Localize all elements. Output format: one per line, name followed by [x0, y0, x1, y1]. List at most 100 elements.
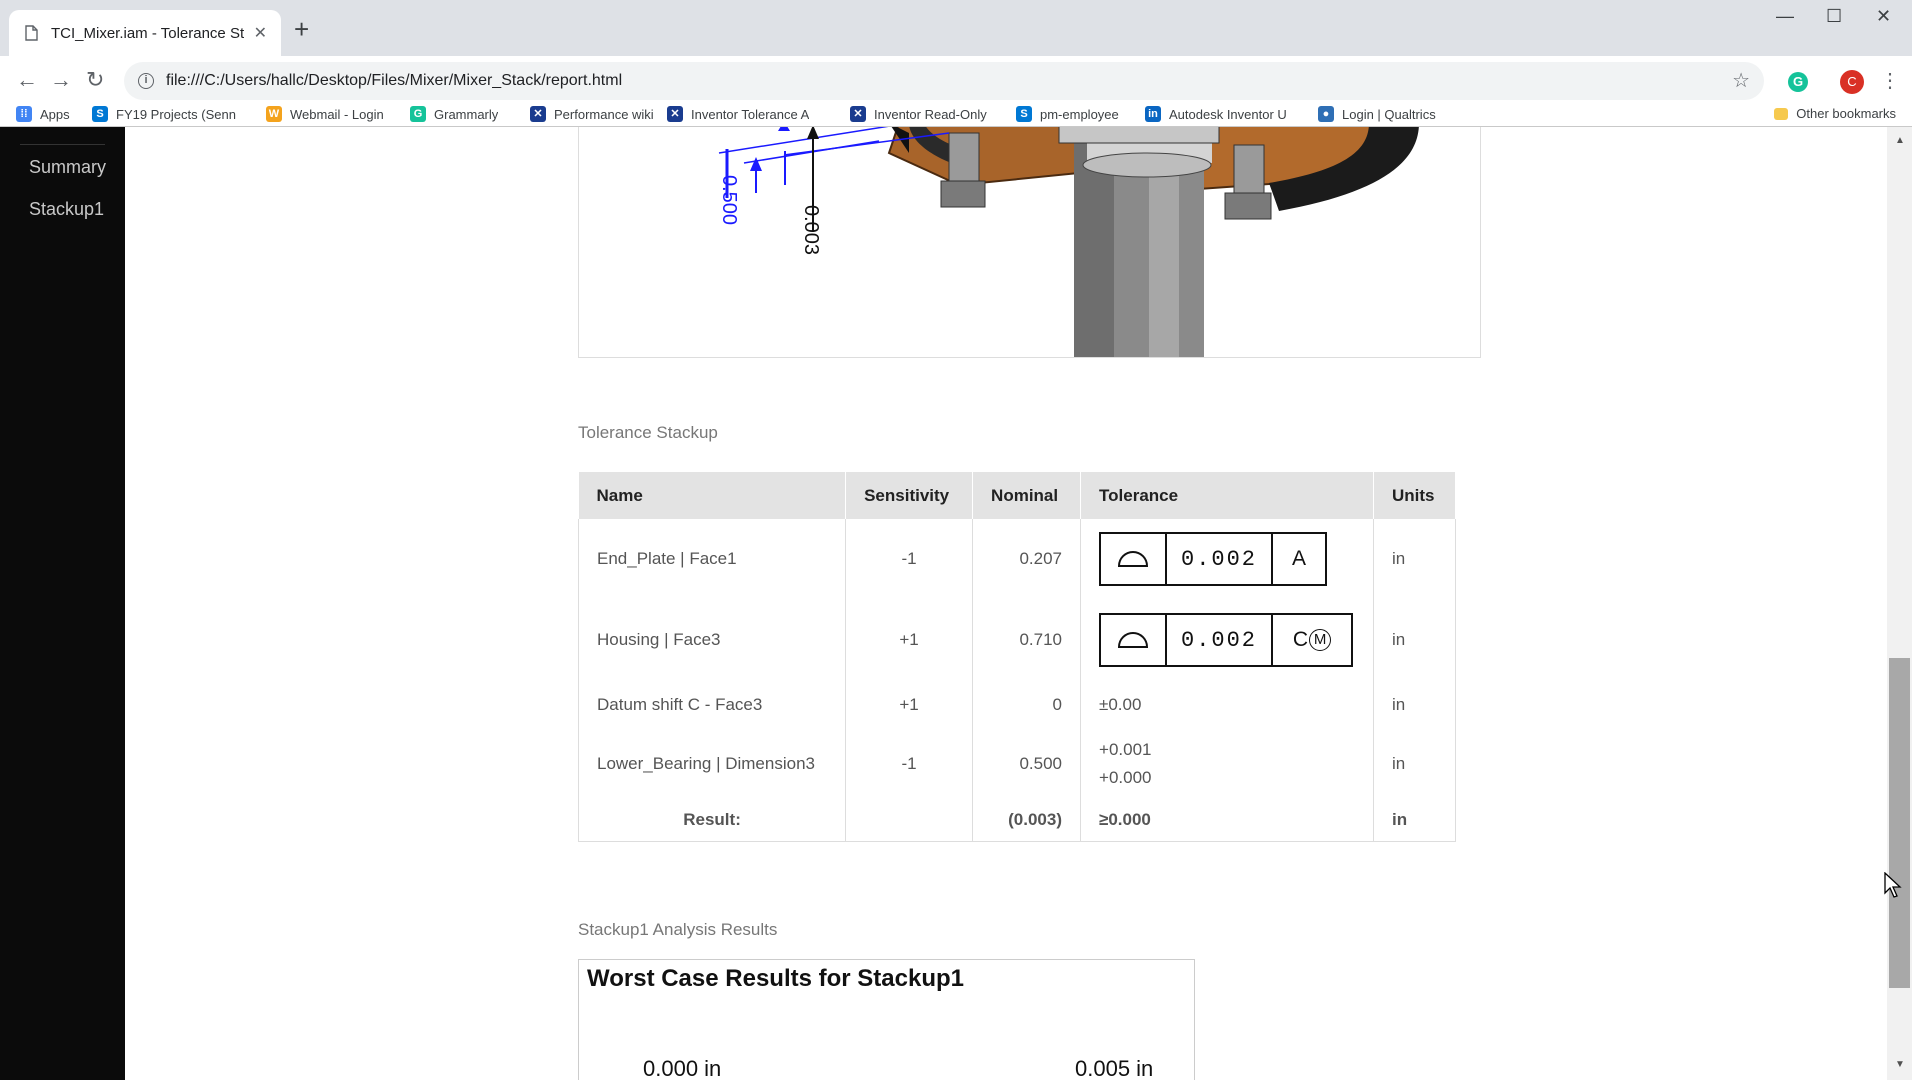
- tab-strip: TCI_Mixer.iam - Tolerance Stackup ✕ + — …: [0, 0, 1912, 56]
- row-nominal: 0: [972, 681, 1082, 729]
- new-tab-button[interactable]: +: [294, 16, 309, 42]
- mmc-modifier-icon: M: [1309, 629, 1332, 651]
- fcf-datum: CM: [1273, 615, 1351, 665]
- webmail-icon: W: [266, 106, 282, 122]
- sidebar-item-summary[interactable]: Summary: [29, 157, 106, 178]
- row-sensitivity: -1: [845, 729, 974, 799]
- maximize-button[interactable]: ☐: [1826, 6, 1842, 27]
- back-button[interactable]: ←: [16, 67, 38, 93]
- bookmark-item[interactable]: S FY19 Projects (Senna: [92, 106, 236, 122]
- table-row: End_Plate | Face1 -1 0.207 0.002 A in: [577, 519, 1456, 599]
- info-icon[interactable]: i: [138, 73, 154, 89]
- feature-control-frame: 0.002 A: [1099, 532, 1328, 586]
- fcf-tolerance-value: 0.002: [1167, 534, 1274, 584]
- file-icon: [23, 25, 39, 41]
- minimize-button[interactable]: —: [1776, 6, 1794, 27]
- row-units: in: [1373, 729, 1456, 799]
- grammarly-icon: G: [410, 106, 426, 122]
- row-tolerance: +0.001 +0.000: [1080, 729, 1374, 799]
- col-header-name: Name: [578, 472, 847, 519]
- qualtrics-icon: ●: [1318, 106, 1334, 122]
- result-row: Result: (0.003) ≥0.000 in: [577, 799, 1456, 842]
- vertical-scrollbar[interactable]: ▲ ▼: [1887, 127, 1912, 1080]
- profile-avatar[interactable]: C: [1840, 70, 1864, 94]
- row-sensitivity: +1: [845, 681, 974, 729]
- bookmark-label: Inventor Read-Only: [874, 106, 987, 122]
- table-row: Datum shift C - Face3 +1 0 ±0.00 in: [577, 681, 1456, 729]
- bookmark-item[interactable]: in Autodesk Inventor U: [1145, 106, 1287, 122]
- bookmark-item[interactable]: ● Login | Qualtrics: [1318, 106, 1436, 122]
- address-bar[interactable]: i file:///C:/Users/hallc/Desktop/Files/M…: [124, 62, 1764, 100]
- col-header-units: Units: [1373, 472, 1456, 519]
- bookmark-item[interactable]: Spm-employee: [1016, 106, 1119, 122]
- bookmark-label: FY19 Projects (Senna: [116, 106, 236, 122]
- folder-icon: [1774, 107, 1789, 120]
- tab-close-icon[interactable]: ✕: [254, 23, 267, 43]
- report-content: 0.500 0.003 Tolerance Stackup Name Sensi…: [125, 127, 1887, 1080]
- profile-of-surface-icon: [1101, 615, 1168, 665]
- tab-title: TCI_Mixer.iam - Tolerance Stackup: [51, 24, 244, 42]
- table-row: Housing | Face3 +1 0.710 0.002 CM in: [577, 599, 1456, 681]
- row-name: Datum shift C - Face3: [577, 681, 847, 729]
- bookmark-star-icon[interactable]: ☆: [1732, 68, 1750, 93]
- bookmark-item[interactable]: ✕ Inventor Read-Only: [850, 106, 987, 122]
- row-nominal: 0.710: [972, 599, 1082, 681]
- bookmark-label: Webmail - Login: [290, 106, 384, 122]
- bookmark-item[interactable]: G Grammarly: [410, 106, 498, 122]
- worst-case-min: 0.000 in: [643, 1056, 722, 1080]
- linkedin-icon: in: [1145, 106, 1161, 122]
- col-header-nominal: Nominal: [972, 472, 1082, 519]
- browser-tab[interactable]: TCI_Mixer.iam - Tolerance Stackup ✕: [9, 10, 281, 56]
- row-units: in: [1373, 519, 1456, 599]
- url-text[interactable]: file:///C:/Users/hallc/Desktop/Files/Mix…: [166, 72, 622, 90]
- apps-grid-icon: ⁞⁞: [16, 106, 32, 122]
- table-row: Lower_Bearing | Dimension3 -1 0.500 +0.0…: [577, 729, 1456, 799]
- profile-of-surface-icon: [1101, 534, 1168, 584]
- sidebar-divider: [20, 144, 105, 145]
- dim-0003-label: 0.003: [800, 205, 822, 255]
- bookmark-item[interactable]: ✕ Inventor Tolerance A: [667, 106, 809, 122]
- result-nominal: (0.003): [972, 799, 1082, 842]
- analysis-results-heading: Stackup1 Analysis Results: [578, 920, 778, 939]
- mouse-cursor-icon: [1884, 871, 1902, 903]
- inventor-x-icon: ✕: [667, 106, 683, 122]
- col-header-sensitivity: Sensitivity: [845, 472, 974, 519]
- result-tolerance: ≥0.000: [1080, 799, 1374, 842]
- bookmark-label: Autodesk Inventor U: [1169, 106, 1287, 122]
- browser-toolbar: ← → ↻ i file:///C:/Users/hallc/Desktop/F…: [0, 56, 1912, 106]
- bookmark-item[interactable]: ✕ Performance wiki: [530, 106, 654, 122]
- bookmark-item[interactable]: ⁞⁞ Apps: [16, 106, 70, 122]
- inventor-x-icon: ✕: [850, 106, 866, 122]
- scroll-down-icon[interactable]: ▼: [1895, 1059, 1905, 1070]
- feature-control-frame: 0.002 CM: [1099, 613, 1354, 667]
- browser-menu-icon[interactable]: ⋮: [1880, 68, 1900, 93]
- row-tolerance: 0.002 CM: [1080, 599, 1374, 681]
- tolerance-lower: +0.000: [1099, 768, 1152, 787]
- reload-button[interactable]: ↻: [86, 67, 104, 93]
- row-tolerance: ±0.00: [1080, 681, 1374, 729]
- scrollbar-thumb[interactable]: [1889, 658, 1910, 988]
- worst-case-results-panel: Worst Case Results for Stackup1 0.000 in…: [578, 959, 1195, 1080]
- row-nominal: 0.207: [972, 519, 1082, 599]
- col-header-tolerance: Tolerance: [1080, 472, 1374, 519]
- grammarly-extension-icon[interactable]: G: [1788, 72, 1808, 92]
- inventor-x-icon: ✕: [530, 106, 546, 122]
- row-name: End_Plate | Face1: [577, 519, 847, 599]
- bookmark-label: pm-employee: [1040, 106, 1119, 122]
- other-bookmarks[interactable]: Other bookmarks: [1774, 106, 1896, 121]
- result-sensitivity: [845, 799, 974, 842]
- row-name: Lower_Bearing | Dimension3: [577, 729, 847, 799]
- close-window-button[interactable]: ✕: [1876, 6, 1891, 27]
- scroll-up-icon[interactable]: ▲: [1895, 135, 1905, 146]
- table-header-row: Name Sensitivity Nominal Tolerance Units: [578, 472, 1456, 519]
- bookmark-label: Inventor Tolerance A: [691, 106, 810, 122]
- sharepoint-icon: S: [92, 106, 108, 122]
- row-sensitivity: -1: [845, 519, 974, 599]
- bookmarks-bar: Other bookmarks ⁞⁞ Apps S FY19 Projects (Se…: [0, 106, 1912, 126]
- sidebar-item-stackup1[interactable]: Stackup1: [29, 199, 104, 220]
- report-sidebar: Summary Stackup1: [0, 127, 125, 1080]
- forward-button[interactable]: →: [50, 67, 72, 93]
- bookmark-label: Login | Qualtrics: [1342, 106, 1436, 122]
- bookmark-item[interactable]: W Webmail - Login: [266, 106, 384, 122]
- row-name: Housing | Face3: [577, 599, 847, 681]
